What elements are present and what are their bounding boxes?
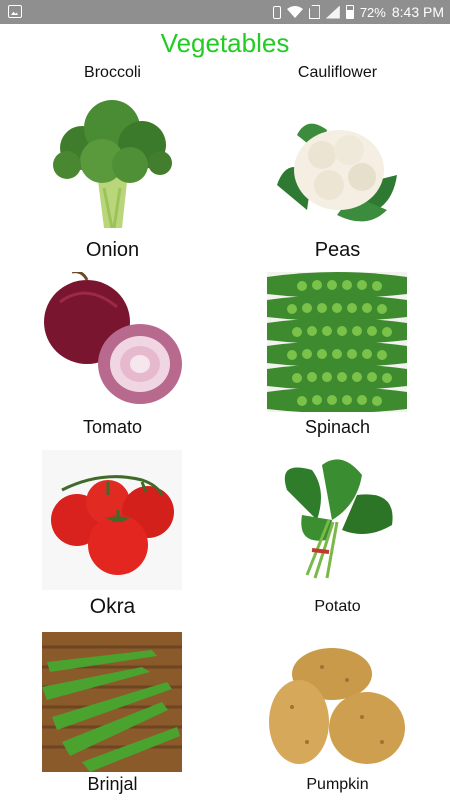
item-label: Potato — [314, 598, 361, 615]
battery-percent: 72% — [359, 4, 386, 20]
item-label: Tomato — [82, 417, 143, 437]
vibrate-icon — [272, 5, 281, 19]
spinach-image[interactable] — [267, 450, 407, 590]
item-label: Cauliflower — [297, 64, 378, 81]
item-label: Peas — [314, 239, 361, 261]
cauliflower-image[interactable] — [267, 105, 407, 225]
status-bar: 72% 8:43 PM — [0, 0, 450, 24]
item-label: Okra — [89, 595, 136, 618]
okra-image[interactable] — [42, 632, 182, 772]
potato-image[interactable] — [267, 632, 407, 772]
item-label: Onion — [85, 239, 140, 261]
onion-image[interactable] — [42, 272, 182, 412]
item-label: Brinjal — [87, 774, 138, 794]
item-label: Spinach — [304, 417, 371, 437]
item-label: Broccoli — [84, 64, 141, 81]
clock: 8:43 PM — [391, 4, 444, 20]
page-title: Vegetables — [160, 28, 290, 58]
no-sim-icon — [308, 5, 320, 19]
peas-image[interactable] — [267, 272, 407, 412]
signal-icon — [325, 5, 340, 19]
tomato-image[interactable] — [42, 450, 182, 590]
item-label: Pumpkin — [306, 776, 369, 793]
battery-icon — [345, 5, 354, 19]
wifi-icon — [286, 6, 303, 18]
status-icons: 72% 8:43 PM — [272, 0, 444, 24]
broccoli-image[interactable] — [42, 93, 182, 233]
gallery-icon — [8, 5, 22, 18]
